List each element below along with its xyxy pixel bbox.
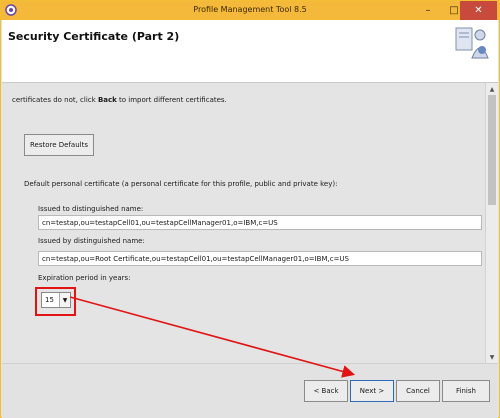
content-panel: . . . . . . . . . . . . . . . . . . . . …: [2, 83, 498, 363]
issued-to-field[interactable]: cn=testap,ou=testapCell01,ou=testapCellM…: [38, 215, 482, 230]
close-button[interactable]: ✕: [460, 1, 497, 20]
info-text-bold: Back: [97, 96, 117, 104]
header-banner: Security Certificate (Part 2): [2, 20, 498, 83]
page-title: Security Certificate (Part 2): [8, 30, 180, 43]
finish-button[interactable]: Finish: [442, 380, 490, 402]
expiration-value: 15: [45, 296, 54, 304]
minimize-button[interactable]: –: [415, 1, 441, 20]
scroll-down-icon[interactable]: ▼: [486, 351, 498, 363]
info-text-suffix: to import different certificates.: [116, 96, 227, 104]
title-bar: Profile Management Tool 8.5 – □ ✕: [1, 1, 499, 20]
wizard-window: Profile Management Tool 8.5 – □ ✕ Securi…: [0, 0, 500, 418]
default-cert-label: Default personal certificate (a personal…: [24, 180, 338, 188]
clipped-text: . . . . . . . . . . . . . . . . . . . . …: [12, 87, 482, 89]
back-button[interactable]: < Back: [304, 380, 348, 402]
scroll-thumb[interactable]: [488, 95, 496, 205]
issued-by-label: Issued by distinguished name:: [38, 237, 145, 245]
button-bar: < Back Next > Cancel Finish: [2, 363, 498, 418]
scroll-area[interactable]: . . . . . . . . . . . . . . . . . . . . …: [8, 87, 484, 363]
next-button[interactable]: Next >: [350, 380, 394, 402]
info-text-prefix: certificates do not, click: [12, 96, 98, 104]
expiration-select[interactable]: 15 ▼: [41, 292, 71, 308]
chevron-down-icon[interactable]: ▼: [59, 293, 70, 307]
info-text: certificates do not, click Back to impor…: [12, 96, 227, 104]
scroll-up-icon[interactable]: ▲: [486, 83, 498, 95]
issued-to-label: Issued to distinguished name:: [38, 205, 144, 213]
certificate-figure-icon: [455, 27, 489, 59]
expiration-label: Expiration period in years:: [38, 274, 131, 282]
vertical-scrollbar[interactable]: ▲ ▼: [485, 83, 498, 363]
restore-defaults-button[interactable]: Restore Defaults: [24, 134, 94, 156]
cancel-button[interactable]: Cancel: [396, 380, 440, 402]
issued-by-field[interactable]: cn=testap,ou=Root Certificate,ou=testapC…: [38, 251, 482, 266]
